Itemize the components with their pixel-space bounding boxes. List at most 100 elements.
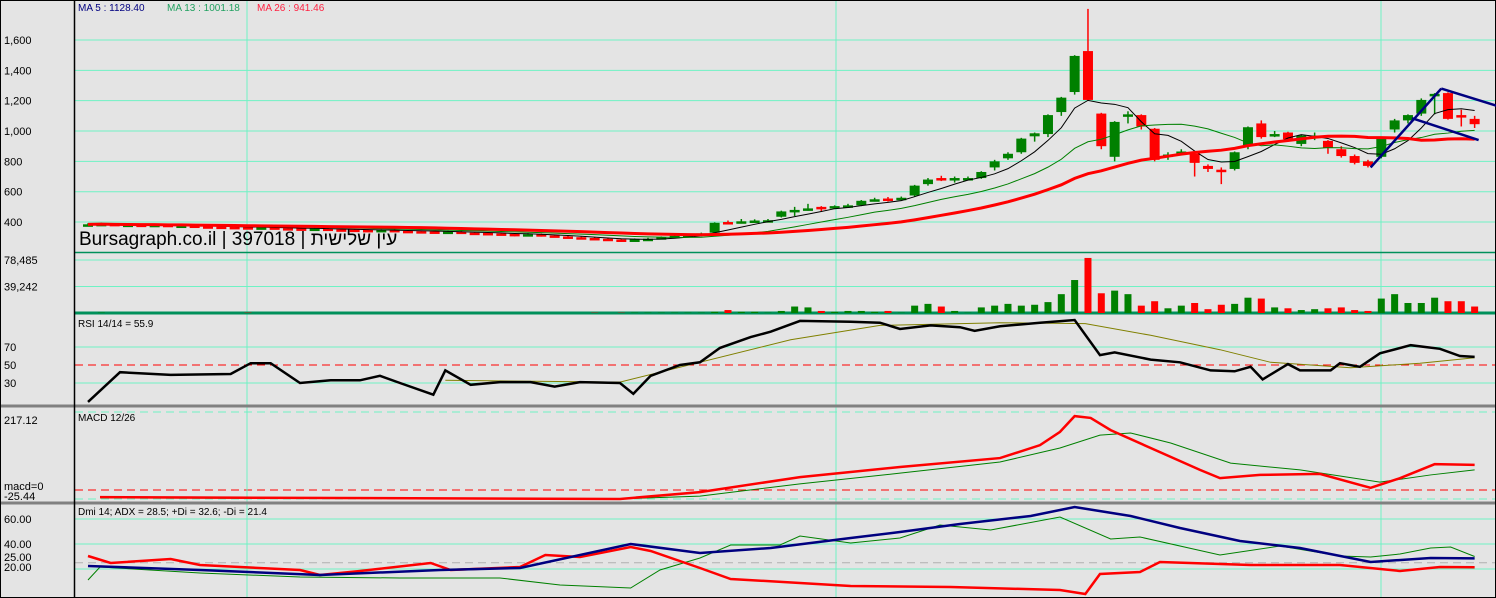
volume-bar <box>1311 309 1319 313</box>
volume-bar <box>1084 257 1092 313</box>
volume-bar <box>977 307 985 313</box>
volume-bar <box>1004 303 1012 313</box>
volume-bar <box>1444 301 1452 313</box>
volume-bar <box>1031 304 1039 313</box>
candle-up <box>949 178 960 181</box>
macd-tick-label: -25.44 <box>4 491 35 503</box>
dmi-tick-label: 60.00 <box>4 514 32 526</box>
volume-bar <box>791 306 799 313</box>
volume-bar <box>1137 305 1145 313</box>
candle-down <box>1336 149 1347 157</box>
candle-down <box>616 239 627 242</box>
candle-up <box>1002 153 1013 159</box>
candle-up <box>1016 138 1027 153</box>
volume-bar <box>951 310 959 313</box>
volume-bar <box>871 311 879 313</box>
volume-bar <box>1124 294 1132 313</box>
candle-down <box>416 231 427 234</box>
ma26-legend: MA 26 : 941.46 <box>257 3 325 14</box>
price-tick-label: 1,000 <box>4 126 32 138</box>
candle-up <box>1269 134 1280 137</box>
candle-up <box>909 185 920 196</box>
volume-bar <box>857 310 865 313</box>
candle-down <box>1096 113 1107 147</box>
candle-down <box>1456 115 1467 118</box>
volume-bar <box>1231 303 1239 313</box>
volume-bar <box>1391 294 1399 313</box>
volume-bar <box>1177 305 1185 313</box>
volume-bar <box>751 311 759 313</box>
volume-bar <box>1044 302 1052 313</box>
volume-bar <box>1204 309 1212 313</box>
candle-up <box>1056 97 1067 113</box>
volume-bar <box>1417 302 1425 313</box>
candle-down <box>509 233 520 237</box>
candle-up <box>922 179 933 185</box>
candle-down <box>1349 156 1360 163</box>
volume-bar <box>1471 306 1479 313</box>
macd-tick-label: 217.12 <box>4 415 38 427</box>
candle-down <box>549 235 560 238</box>
volume-bar <box>831 311 839 313</box>
volume-bar <box>737 311 745 313</box>
candle-down <box>1469 118 1480 125</box>
rsi-tick-label: 30 <box>4 378 16 390</box>
candle-down <box>1082 51 1093 100</box>
volume-bar <box>1191 302 1199 313</box>
candle-up <box>629 239 640 242</box>
volume-bar <box>937 306 945 313</box>
candle-down <box>469 232 480 236</box>
candle-down <box>1202 165 1213 169</box>
volume-bar <box>1244 297 1252 313</box>
volume-bar <box>1017 305 1025 313</box>
candle-up <box>522 234 533 237</box>
candle-down <box>1216 169 1227 173</box>
candle-down <box>816 206 827 210</box>
stock-chart: 1,600 1,400 1,200 1,000 800 600 400 78,485 39,24… <box>0 0 1496 598</box>
volume-bar <box>844 310 852 313</box>
volume-bar <box>1057 294 1065 313</box>
candle-up <box>736 221 747 224</box>
dmi-tick-label: 20.00 <box>4 562 32 574</box>
volume-bar <box>1071 280 1079 313</box>
volume-bar <box>911 305 919 313</box>
volume-bar <box>817 310 825 313</box>
candle-down <box>402 230 413 234</box>
volume-bar <box>1364 310 1372 313</box>
volume-tick-label: 39,242 <box>4 282 38 294</box>
candle-down <box>576 237 587 240</box>
candle-up <box>776 211 787 217</box>
price-tick-label: 1,600 <box>4 35 32 47</box>
price-tick-label: 1,400 <box>4 65 32 77</box>
candle-down <box>936 178 947 181</box>
candle-up <box>989 161 1000 168</box>
volume-bar <box>1297 310 1305 313</box>
candle-down <box>562 236 573 239</box>
volume-bar <box>804 307 812 313</box>
watermark: Bursagraph.co.il | 397018 | עין שלישית <box>79 229 397 250</box>
volume-bar <box>1337 307 1345 313</box>
price-tick-label: 600 <box>4 187 22 199</box>
volume-bar <box>1404 302 1412 313</box>
candle-down <box>482 232 493 236</box>
rsi-title: RSI 14/14 = 55.9 <box>78 319 154 330</box>
macd-title: MACD 12/26 <box>78 413 136 424</box>
price-tick-label: 1,200 <box>4 96 32 108</box>
candle-up <box>1402 115 1413 121</box>
volume-bar <box>924 303 932 313</box>
candle-down <box>1256 123 1267 138</box>
candle-down <box>496 233 507 236</box>
candle-down <box>1189 153 1200 163</box>
volume-tick-label: 78,485 <box>4 255 38 267</box>
price-tick-label: 800 <box>4 156 22 168</box>
volume-bar <box>884 310 892 313</box>
volume-bar <box>1217 304 1225 313</box>
candle-down <box>429 231 440 234</box>
candle-down <box>602 238 613 242</box>
volume-bar <box>1151 301 1159 313</box>
volume-bar <box>1257 298 1265 313</box>
candle-up <box>1069 55 1080 93</box>
candle-up <box>1122 114 1133 117</box>
volume-bar <box>1097 293 1105 313</box>
volume-bar <box>1271 307 1279 313</box>
